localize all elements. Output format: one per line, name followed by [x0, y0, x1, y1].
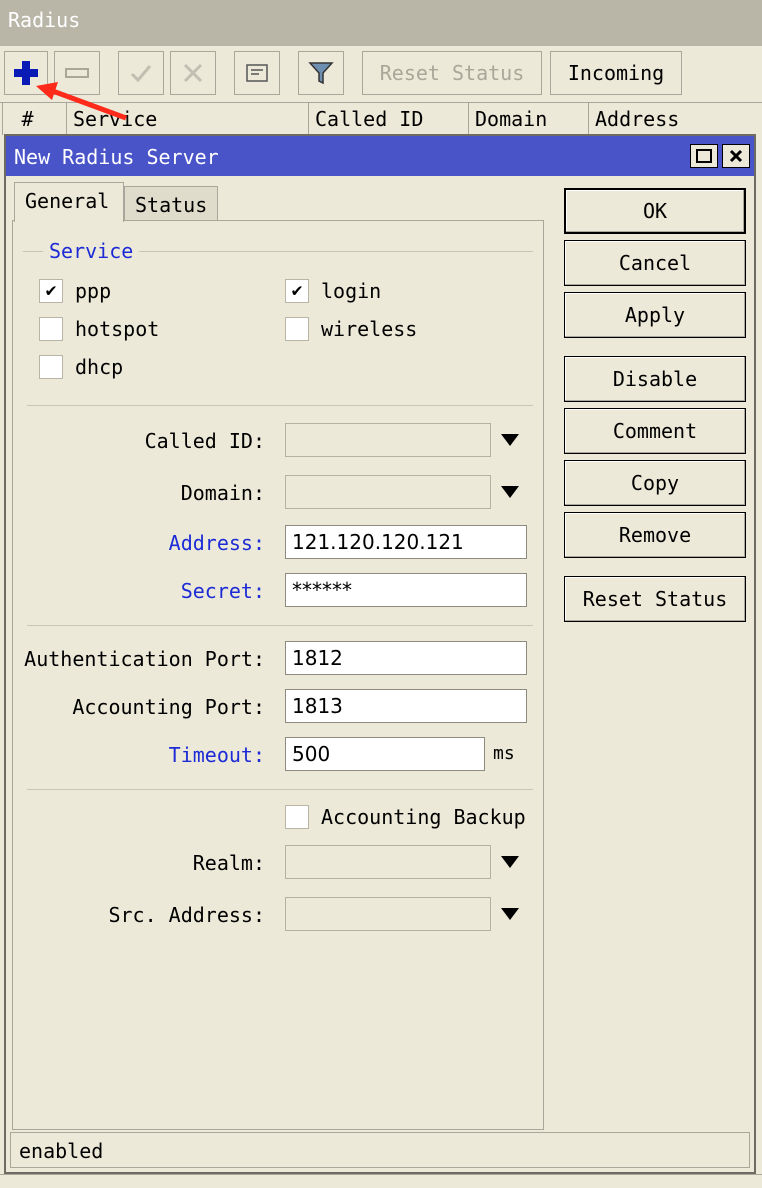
service-legend: Service [43, 239, 140, 263]
filter-button[interactable] [298, 51, 344, 95]
divider [27, 625, 533, 626]
service-wireless-checkbox[interactable] [285, 317, 309, 341]
address-input[interactable]: 121.120.120.121 [285, 525, 527, 559]
chevron-down-icon [501, 908, 519, 920]
close-icon [729, 149, 743, 163]
service-wireless-label: wireless [321, 317, 418, 341]
realm-input[interactable] [285, 845, 491, 879]
filter-icon [308, 62, 334, 85]
minus-icon [65, 68, 89, 78]
divider [27, 789, 533, 790]
domain-label: Domain: [180, 481, 265, 505]
comment-button[interactable] [234, 51, 280, 95]
reset-status-button[interactable]: Reset Status [564, 576, 746, 622]
status-text: enabled [19, 1139, 104, 1163]
incoming-button[interactable]: Incoming [550, 51, 682, 95]
chevron-down-icon [501, 856, 519, 868]
reset-status-toolbar-button[interactable]: Reset Status [362, 51, 542, 95]
divider [27, 405, 533, 406]
accounting-backup-label: Accounting Backup [321, 805, 526, 829]
service-dhcp-label: dhcp [75, 355, 124, 379]
maximize-icon [696, 149, 712, 163]
cross-icon [183, 63, 203, 83]
dialog-title-bar[interactable]: New Radius Server [6, 136, 754, 176]
checkmark-icon: ✔ [291, 280, 303, 301]
service-login-label: login [321, 279, 382, 303]
called-id-label: Called ID: [144, 429, 265, 453]
accounting-backup-checkbox[interactable] [285, 805, 309, 829]
cancel-button[interactable]: Cancel [564, 240, 746, 286]
disable-dialog-button[interactable]: Disable [564, 356, 746, 402]
service-ppp-checkbox[interactable]: ✔ [39, 279, 63, 303]
called-id-dropdown[interactable] [497, 423, 523, 457]
general-panel: Service ✔ ppp ✔ login hotspot wireless d… [12, 220, 544, 1130]
called-id-input[interactable] [285, 423, 491, 457]
window-title: Radius [0, 0, 762, 46]
accounting-port-input[interactable]: 1813 [285, 689, 527, 723]
status-bar: enabled [10, 1132, 750, 1168]
taskbar [0, 1174, 762, 1188]
service-dhcp-checkbox[interactable] [39, 355, 63, 379]
timeout-label: Timeout: [168, 743, 265, 767]
dialog-title: New Radius Server [14, 145, 219, 169]
secret-label: Secret: [180, 579, 265, 603]
timeout-input[interactable]: 500 [285, 737, 485, 771]
service-hotspot-label: hotspot [75, 317, 160, 341]
realm-dropdown[interactable] [497, 845, 523, 879]
chevron-down-icon [501, 434, 519, 446]
chevron-down-icon [501, 486, 519, 498]
authentication-port-input[interactable]: 1812 [285, 641, 527, 675]
secret-input[interactable]: ****** [285, 573, 527, 607]
checkmark-icon: ✔ [45, 280, 57, 301]
column-header-address[interactable]: Address [588, 103, 762, 135]
src-address-label: Src. Address: [108, 903, 265, 927]
address-label: Address: [168, 531, 265, 555]
tab-status[interactable]: Status [124, 186, 218, 222]
column-header-called-id[interactable]: Called ID [308, 103, 468, 135]
accounting-port-label: Accounting Port: [72, 695, 265, 719]
service-hotspot-checkbox[interactable] [39, 317, 63, 341]
tab-general[interactable]: General [14, 182, 124, 222]
ok-button[interactable]: OK [564, 188, 746, 234]
annotation-arrow-icon [36, 82, 127, 121]
note-icon [246, 64, 268, 82]
copy-button[interactable]: Copy [564, 460, 746, 506]
column-header-domain[interactable]: Domain [468, 103, 588, 135]
service-login-checkbox[interactable]: ✔ [285, 279, 309, 303]
new-radius-server-dialog: New Radius Server General Status Service… [4, 134, 756, 1174]
domain-input[interactable] [285, 475, 491, 509]
close-button[interactable] [722, 144, 750, 168]
remove-dialog-button[interactable]: Remove [564, 512, 746, 558]
service-ppp-label: ppp [75, 279, 112, 303]
check-icon [130, 65, 152, 83]
apply-button[interactable]: Apply [564, 292, 746, 338]
src-address-dropdown[interactable] [497, 897, 523, 931]
disable-button[interactable] [170, 51, 216, 95]
comment-dialog-button[interactable]: Comment [564, 408, 746, 454]
domain-dropdown[interactable] [497, 475, 523, 509]
authentication-port-label: Authentication Port: [24, 647, 265, 671]
src-address-input[interactable] [285, 897, 491, 931]
maximize-button[interactable] [690, 144, 718, 168]
timeout-unit: ms [493, 743, 515, 764]
realm-label: Realm: [192, 851, 265, 875]
